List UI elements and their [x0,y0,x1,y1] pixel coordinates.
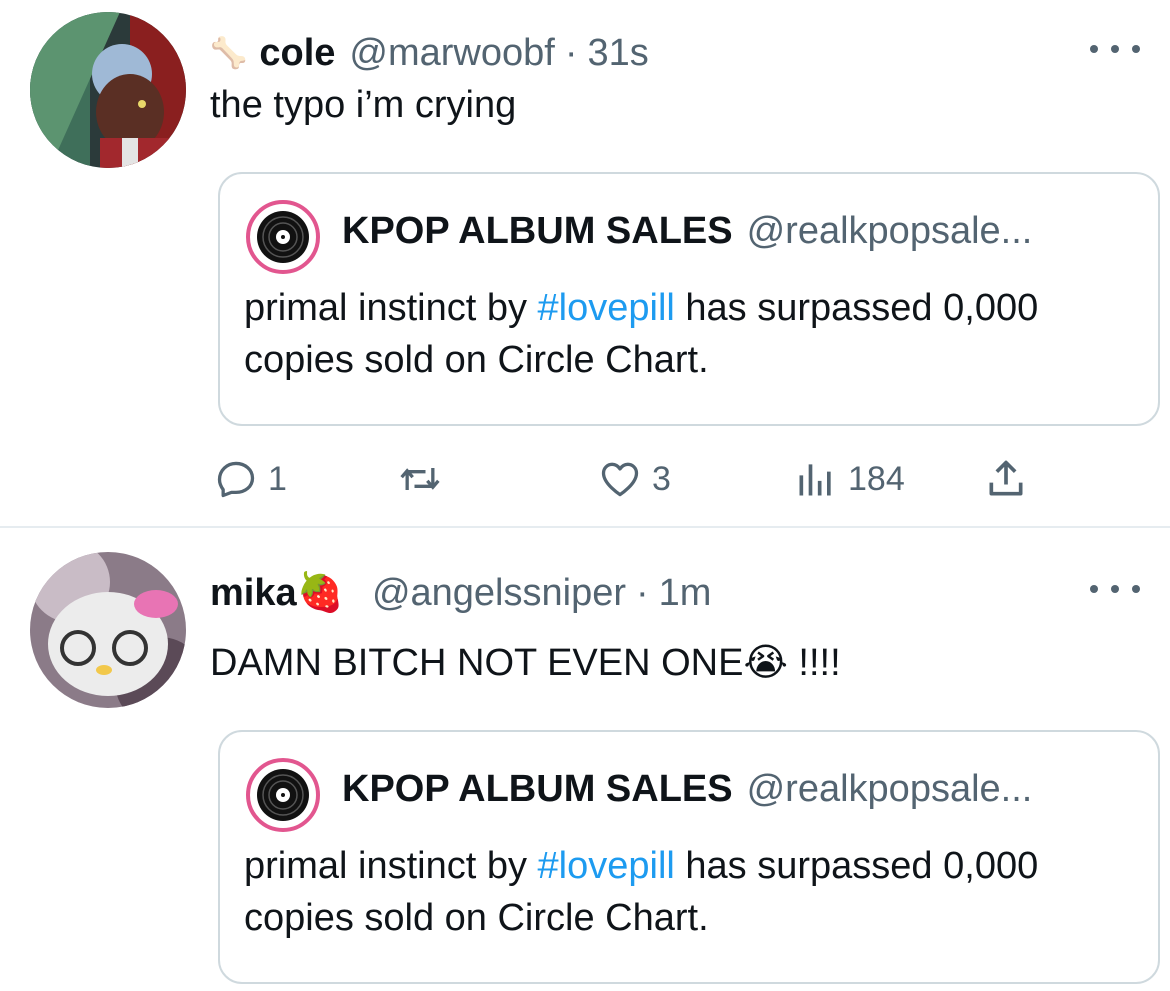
bone-emoji: 🦴 [210,36,248,70]
views-button[interactable]: 184 [794,454,905,504]
quoted-handle: @realkpopsale... [746,768,1033,810]
quoted-display-name: KPOP ALBUM SALES [342,768,733,810]
retweet-icon [400,468,440,490]
like-button[interactable]: 3 [598,454,671,504]
timestamp[interactable]: 31s [587,32,648,75]
retweet-button[interactable] [398,454,452,504]
tweet[interactable]: mika🍓 @angelssniper · 1m DAMN BITCH NOT … [0,528,1170,991]
like-icon [601,462,639,497]
display-name[interactable]: mika🍓 [210,571,344,615]
hashtag-link[interactable]: #lovepill [538,287,675,329]
quoted-avatar [246,758,320,832]
separator-dot: · [564,31,578,74]
tweet[interactable]: 🦴 cole @marwoobf · 31s the typo i’m cryi… [0,0,1170,526]
like-count: 3 [652,459,671,498]
views-icon [799,464,831,496]
reply-icon [217,461,255,498]
hashtag-link[interactable]: #lovepill [538,845,675,887]
more-icon[interactable] [1090,574,1140,604]
user-handle[interactable]: @angelssniper [372,572,626,615]
quoted-text: primal instinct by #lovepill has surpass… [244,287,1039,381]
share-icon [989,460,1023,496]
reply-button[interactable]: 1 [214,454,287,504]
reply-count: 1 [268,459,287,498]
user-handle[interactable]: @marwoobf [349,32,554,75]
tweet-text: the typo i’m crying [210,84,517,126]
separator-dot: · [636,571,649,614]
quoted-handle: @realkpopsale... [746,210,1033,252]
action-bar: 1 3 184 [214,454,1034,504]
vinyl-record-icon [257,769,309,821]
quoted-text: primal instinct by #lovepill has surpass… [244,845,1039,939]
tweet-text: DAMN BITCH NOT EVEN ONE😭 !!!! [210,642,841,684]
more-icon[interactable] [1090,34,1140,64]
vinyl-record-icon [257,211,309,263]
views-count: 184 [848,459,905,498]
avatar-image [30,12,186,168]
quoted-tweet[interactable]: KPOP ALBUM SALES @realkpopsale... primal… [218,730,1160,984]
avatar[interactable] [30,552,186,708]
share-button[interactable] [984,454,1028,504]
quoted-avatar [246,200,320,274]
quoted-display-name: KPOP ALBUM SALES [342,210,733,252]
quoted-tweet[interactable]: KPOP ALBUM SALES @realkpopsale... primal… [218,172,1160,426]
timestamp[interactable]: 1m [659,572,712,615]
avatar[interactable] [30,12,186,168]
avatar-image [30,552,186,708]
display-name[interactable]: cole [259,32,335,75]
